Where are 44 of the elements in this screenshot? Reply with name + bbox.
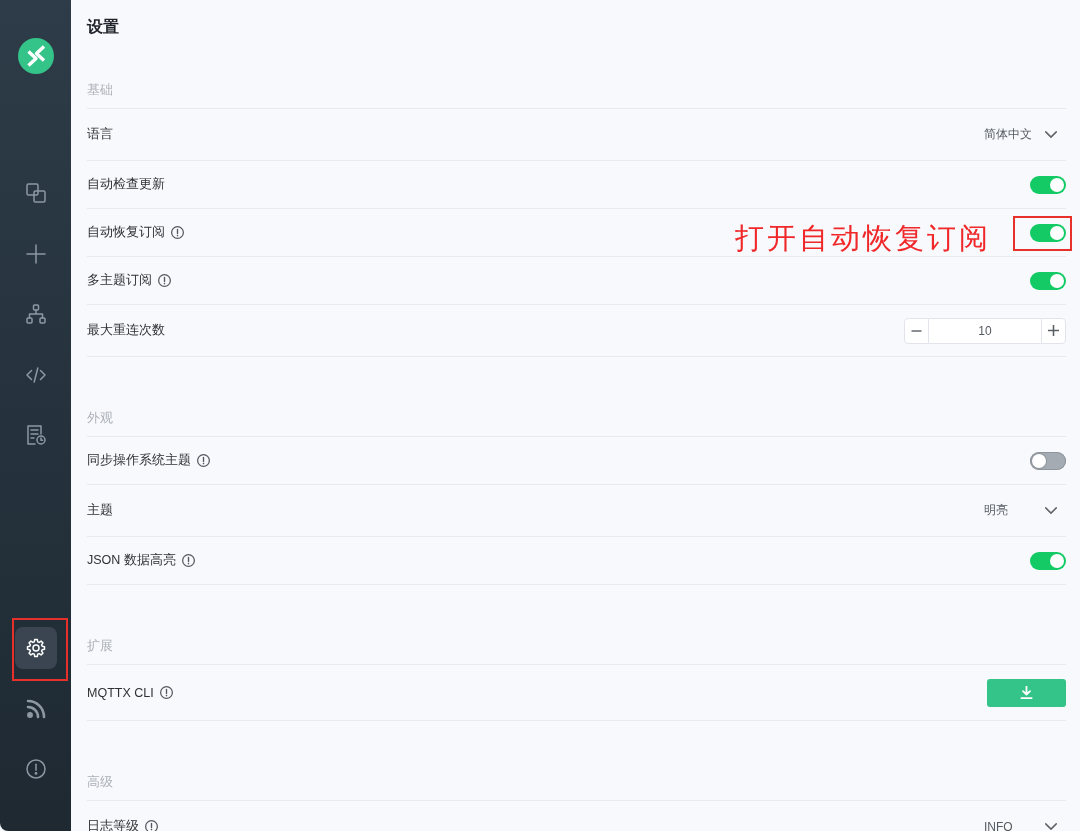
section-title: 基础 [87,82,113,97]
setting-label: 主题 [87,502,113,519]
setting-label: 语言 [87,126,113,143]
settings-icon [26,638,46,658]
setting-label: JSON 数据高亮 [87,552,176,569]
toggle-switch[interactable] [1030,271,1066,290]
chevron-down-icon [1045,823,1057,830]
setting-label: 自动恢复订阅 [87,224,165,241]
hierarchy-icon [26,304,46,324]
dropdown[interactable]: INFO [975,812,1066,831]
number-input[interactable]: 10 [929,317,1041,344]
document-clock-icon [26,425,46,445]
setting-label: 同步操作系统主题 [87,452,191,469]
toggle-switch[interactable] [1030,175,1066,194]
plus-icon [26,243,46,264]
rss-icon [26,698,46,719]
toggle-switch[interactable] [1030,451,1066,470]
setting-label: 多主题订阅 [87,272,152,289]
chevron-down-icon [1045,131,1057,138]
download-icon [1020,686,1033,699]
toggle-switch[interactable] [1030,551,1066,570]
dropdown[interactable]: 明亮 [975,496,1066,525]
download-button[interactable] [987,678,1066,707]
exclamation-circle-icon [26,759,46,779]
nav-button[interactable] [15,627,57,669]
minus-icon [911,329,922,332]
setting-label: 最大重连次数 [87,322,165,339]
setting-label: MQTTX CLI [87,685,154,700]
increment-button[interactable] [1041,317,1066,344]
page-title: 设置 [87,17,119,37]
plus-icon [1048,325,1059,336]
section-title: 扩展 [87,638,113,653]
dropdown[interactable]: 简体中文 [975,120,1066,149]
chevron-down-icon [1045,507,1057,514]
decrement-button[interactable] [904,317,929,344]
section-title: 高级 [87,774,113,789]
setting-label: 自动检查更新 [87,176,165,193]
setting-label: 日志等级 [87,818,139,831]
annotation-text: 打开自动恢复订阅 [735,221,991,255]
logo-icon [17,38,54,74]
toggle-switch[interactable] [1030,223,1066,242]
overlapping-squares-icon [26,183,46,203]
section-title: 外观 [87,410,113,425]
code-icon [26,364,46,385]
